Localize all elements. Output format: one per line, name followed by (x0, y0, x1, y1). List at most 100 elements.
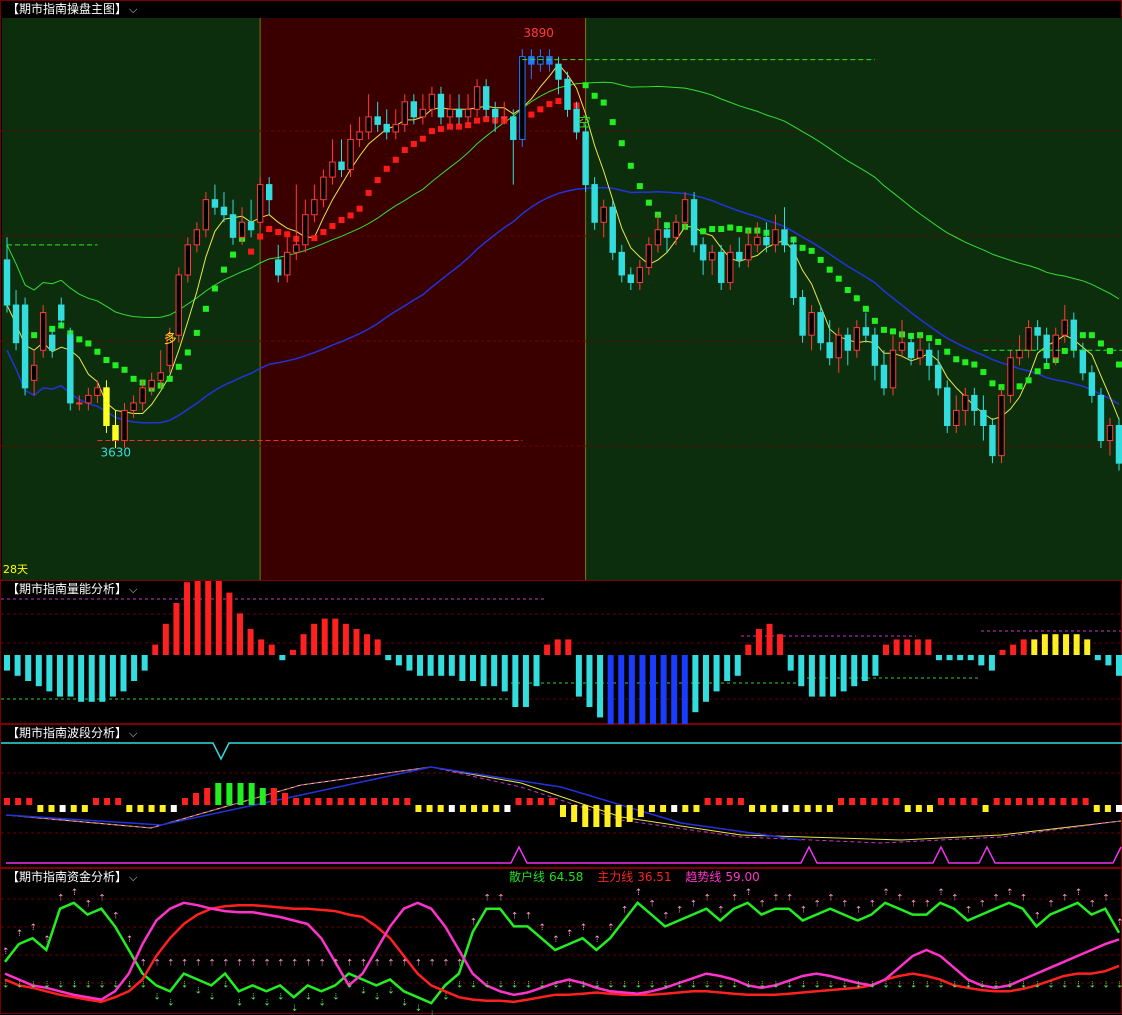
volume-bar (258, 639, 265, 655)
arrow-up-icon: ⇡ (250, 959, 258, 969)
trend-marker (808, 247, 815, 254)
trend-marker (709, 226, 716, 233)
trend-marker (980, 369, 987, 376)
arrow-down-icon: ⇣ (992, 981, 1000, 991)
trend-marker (85, 340, 92, 347)
wave-bar (615, 805, 622, 827)
trend-marker (582, 82, 589, 89)
trend-marker (166, 375, 173, 382)
chevron-down-icon[interactable]: ⌵ (129, 583, 137, 596)
candle-body (1025, 327, 1032, 351)
arrow-up-icon: ⇡ (222, 959, 230, 969)
volume-chart-svg[interactable] (1, 581, 1122, 725)
arrow-down-icon: ⇣ (593, 981, 601, 991)
trend-marker (121, 366, 128, 373)
trend-marker (1079, 332, 1086, 339)
arrow-down-icon: ⇣ (1020, 981, 1028, 991)
arrow-up-icon: ⇡ (71, 888, 79, 898)
main-panel-title-text: 【期市指南操盘主图】 (7, 2, 128, 16)
arrow-up-icon: ⇡ (181, 959, 189, 969)
candle-body (998, 394, 1005, 457)
trend-marker (718, 226, 725, 233)
volume-bar (14, 655, 21, 676)
volume-bar (448, 655, 455, 676)
trend-marker (600, 99, 607, 106)
volume-bar (4, 655, 10, 671)
arrow-up-icon: ⇡ (786, 894, 794, 904)
candle-body (555, 63, 562, 80)
candle-body (880, 364, 888, 389)
volume-bar (99, 655, 106, 702)
candle-body (220, 206, 228, 216)
arrow-down-icon: ⇣ (291, 1004, 299, 1014)
trend-marker (230, 251, 237, 258)
wave-chart-svg[interactable] (1, 725, 1122, 869)
chevron-down-icon[interactable]: ⌵ (129, 871, 137, 884)
candle-body (94, 387, 101, 396)
volume-panel-title[interactable]: 【期市指南量能分析】 ⌵ (5, 581, 140, 598)
candle-body (139, 387, 146, 404)
volume-bar (88, 655, 95, 702)
arrow-down-icon: ⇣ (126, 981, 134, 991)
candle-body (763, 236, 770, 246)
main-panel-title[interactable]: 【期市指南操盘主图】 ⌵ (5, 1, 140, 18)
wave-bar (760, 805, 767, 812)
arrow-down-icon: ⇣ (800, 981, 808, 991)
main-chart-svg[interactable]: 3890 3630 多 空 (1, 1, 1122, 581)
volume-bar (131, 655, 138, 681)
wave-bar (637, 805, 644, 817)
arrow-up-icon: ⇡ (910, 900, 918, 910)
volume-bar (152, 644, 159, 655)
candle-body (428, 93, 436, 110)
volume-bar (78, 655, 85, 702)
volume-bar (236, 613, 243, 655)
arrow-up-icon: ⇡ (126, 935, 134, 945)
arrow-down-icon: ⇣ (1033, 981, 1041, 991)
arrow-up-icon: ⇡ (965, 906, 973, 916)
arrow-up-icon: ⇡ (951, 894, 959, 904)
volume-bar (109, 655, 116, 697)
sell-signal-label: 空 (578, 115, 591, 130)
volume-bar (660, 655, 667, 725)
arrow-up-icon: ⇡ (1061, 894, 1069, 904)
fund-chart-svg[interactable]: ⇡ ⇣ ⇡ ⇣ ⇡ ⇣ ⇡ ⇣ ⇡ ⇣ ⇡ ⇣ ⇡ ⇣ ⇡ ⇣ ⇡ ⇣ ⇡ ⇣ ⇡ ⇣ ⇡ ⇣ ⇡ ⇣ ⇡ ⇣ ⇡ ⇣ ⇡ ⇣ ⇡ ⇣ ⇡ ⇣ ⇡ ⇣ ⇡ ⇣… (1, 869, 1122, 1015)
volume-bar (25, 655, 32, 681)
trend-marker (1116, 361, 1122, 368)
chevron-down-icon[interactable]: ⌵ (129, 3, 137, 16)
arrow-up-icon: ⇡ (593, 935, 601, 945)
trend-marker (347, 212, 354, 219)
arrow-down-icon: ⇣ (923, 981, 931, 991)
arrow-down-icon: ⇣ (140, 981, 148, 991)
volume-bar (851, 655, 858, 687)
volume-bar (597, 655, 604, 718)
arrow-down-icon: ⇣ (1061, 981, 1069, 991)
volume-bar (385, 655, 392, 661)
wave-bar (982, 805, 989, 812)
wave-panel-title-text: 【期市指南波段分析】 (7, 726, 128, 740)
volume-bar (311, 623, 318, 655)
wave-panel-title[interactable]: 【期市指南波段分析】 ⌵ (5, 725, 140, 742)
volume-bar (988, 655, 995, 671)
fund-panel-title[interactable]: 【期市指南资金分析】 ⌵ (5, 869, 140, 886)
wave-bar (771, 805, 778, 812)
wave-bar (1049, 798, 1056, 805)
candle-body (1070, 319, 1078, 351)
candle-body (383, 123, 390, 133)
arrow-down-icon: ⇣ (195, 987, 203, 997)
wave-bar (804, 805, 811, 812)
arrow-up-icon: ⇡ (855, 906, 863, 916)
arrow-up-icon: ⇡ (580, 923, 588, 933)
wave-bar (504, 805, 511, 812)
arrow-down-icon: ⇣ (222, 981, 230, 991)
candle-body (582, 131, 589, 186)
trend-marker (284, 231, 291, 238)
trend-marker (410, 140, 417, 147)
wave-blue-line (5, 766, 802, 841)
wave-bar (415, 805, 422, 812)
trend-marker (193, 329, 200, 336)
wave-bar (1071, 798, 1078, 805)
chevron-down-icon[interactable]: ⌵ (129, 727, 137, 740)
candle-body (636, 266, 644, 283)
candle (582, 124, 589, 193)
volume-bar (618, 655, 625, 725)
